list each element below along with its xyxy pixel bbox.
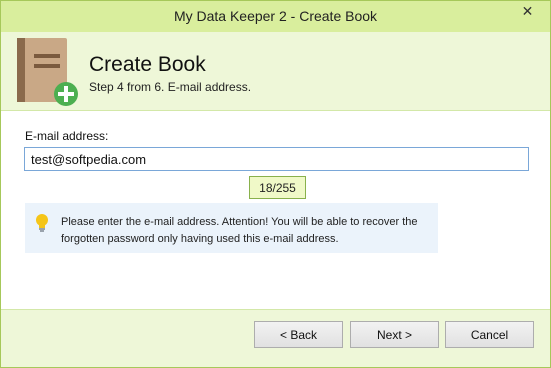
hint-box: Please enter the e-mail address. Attenti… [25, 203, 438, 253]
char-counter: 18/255 [249, 176, 306, 199]
create-book-window: My Data Keeper 2 - Create Book ✕ Create … [0, 0, 551, 368]
title-bar[interactable]: My Data Keeper 2 - Create Book ✕ [1, 1, 550, 32]
wizard-header: Create Book Step 4 from 6. E-mail addres… [1, 32, 550, 110]
close-button[interactable]: ✕ [510, 1, 545, 22]
email-field[interactable] [24, 147, 529, 171]
back-button[interactable]: < Back [254, 321, 343, 348]
step-subtitle: Step 4 from 6. E-mail address. [89, 80, 252, 94]
hint-text: Please enter the e-mail address. Attenti… [61, 216, 418, 245]
close-icon: ✕ [521, 3, 534, 19]
email-label: E-mail address: [25, 129, 109, 143]
cancel-button[interactable]: Cancel [445, 321, 534, 348]
page-title: Create Book [89, 53, 206, 76]
lightbulb-icon [36, 214, 48, 232]
button-bar: < Back Next > Cancel [1, 310, 550, 367]
content-panel: E-mail address: 18/255 Please enter the … [1, 110, 550, 310]
book-add-icon [17, 38, 78, 106]
next-button[interactable]: Next > [350, 321, 439, 348]
window-title: My Data Keeper 2 - Create Book [173, 8, 378, 24]
